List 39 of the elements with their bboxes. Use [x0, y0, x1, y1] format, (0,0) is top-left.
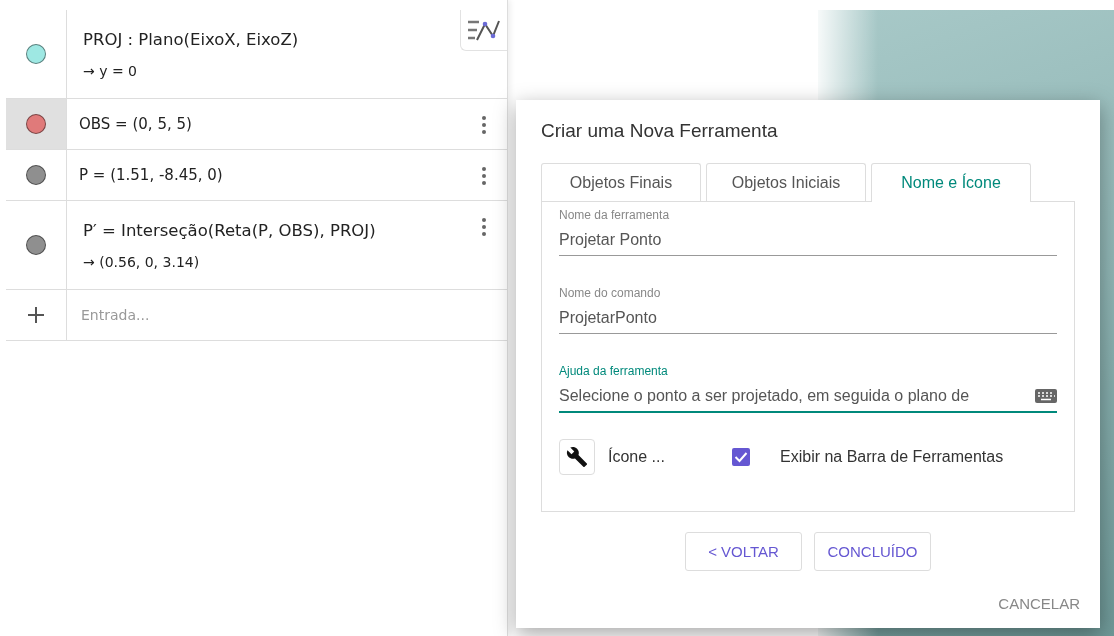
visibility-dot[interactable] — [26, 165, 46, 185]
field-value: Projetar Ponto — [559, 231, 662, 249]
field-value: ProjetarPonto — [559, 309, 657, 327]
more-menu-icon[interactable] — [481, 115, 487, 135]
checkbox-label: Exibir na Barra de Ferramentas — [780, 448, 1004, 466]
visibility-dot[interactable] — [26, 114, 46, 134]
dialog-button[interactable]: < VOLTAR — [685, 532, 802, 571]
object-definition: PROJ : Plano(EixoX, EixoZ) — [83, 29, 300, 49]
object-value: → (0.56, 0, 3.14) — [83, 253, 201, 270]
tab[interactable]: Objetos Finais — [541, 163, 701, 201]
object-definition: P′ = Interseção(Reta(P, OBS), PROJ) — [83, 220, 377, 240]
more-menu-icon[interactable] — [481, 166, 487, 186]
field-label: Ajuda da ferramenta — [559, 364, 669, 378]
keyboard-icon[interactable] — [1035, 389, 1057, 403]
text-field[interactable]: Ajuda da ferramenta Selecione o ponto a ser projetado, em seguida o plano de — [559, 364, 1057, 413]
object-definition: P = (1.51, -8.45, 0) — [79, 166, 224, 184]
tool-icon-button[interactable] — [559, 439, 595, 475]
object-value: → y = 0 — [83, 62, 138, 79]
text-field[interactable]: Nome da ferramenta Projetar Ponto — [559, 208, 1057, 256]
field-value: Selecione o ponto a ser projetado, em seguida o plano de — [559, 387, 970, 405]
checkbox[interactable] — [732, 448, 750, 466]
text-field[interactable]: Nome do comando ProjetarPonto — [559, 286, 1057, 334]
wrench-icon — [566, 446, 588, 468]
tab[interactable]: Nome e Ícone — [871, 163, 1031, 202]
cancel-button[interactable]: CANCELAR — [994, 591, 1084, 616]
algebra-graph-icon — [467, 18, 501, 42]
object-definition: OBS = (0, 5, 5) — [79, 115, 193, 133]
marker-cell[interactable] — [6, 99, 67, 149]
icon-label: Ícone ... — [608, 448, 666, 466]
more-menu-icon[interactable] — [481, 217, 487, 237]
visibility-dot[interactable] — [26, 44, 46, 64]
visibility-dot[interactable] — [26, 235, 46, 255]
plus-icon[interactable] — [27, 306, 45, 324]
field-label: Nome do comando — [559, 286, 662, 300]
dialog-title: Criar uma Nova Ferramenta — [541, 120, 779, 142]
dialog-button[interactable]: CONCLUÍDO — [814, 532, 931, 571]
field-label: Nome da ferramenta — [559, 208, 671, 222]
style-bar-toggle[interactable] — [460, 10, 507, 51]
tab[interactable]: Objetos Iniciais — [706, 163, 866, 201]
